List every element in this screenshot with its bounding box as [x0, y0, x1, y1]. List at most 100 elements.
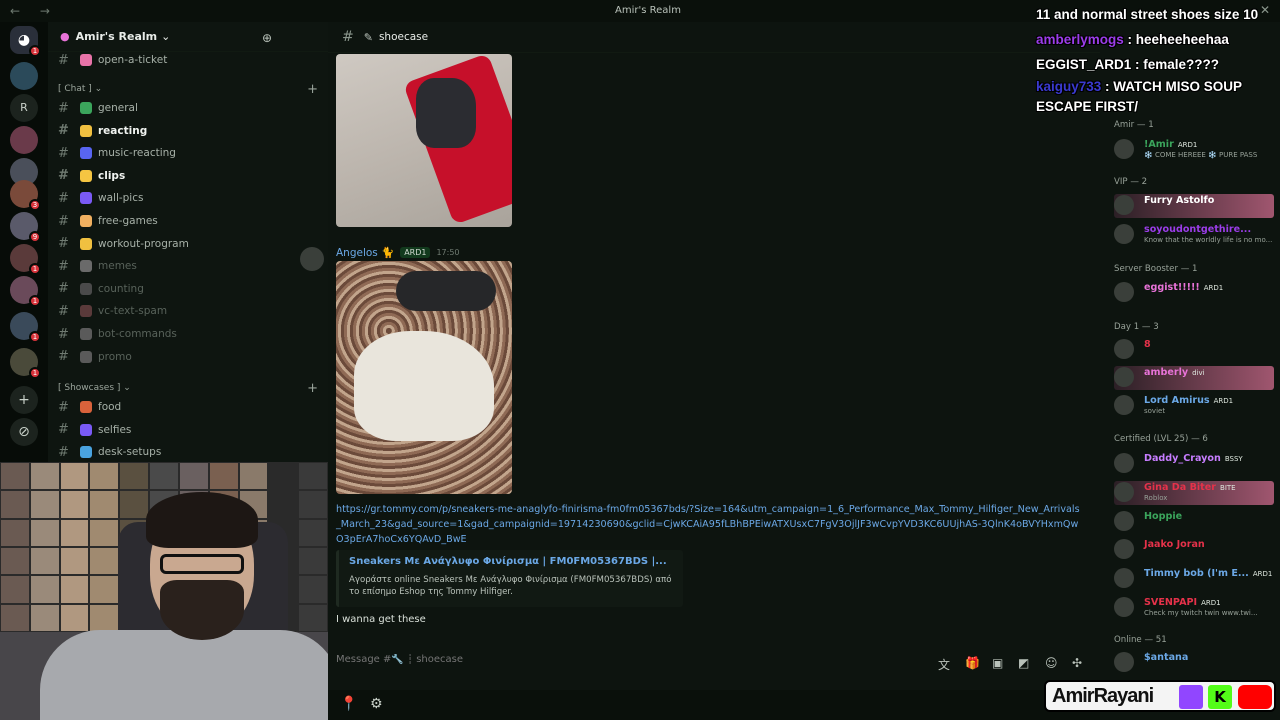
category-showcases[interactable]: [ Showcases ] ⌄ + — [58, 381, 318, 396]
server-icon[interactable]: 1 — [10, 244, 41, 275]
add-channel-icon[interactable]: + — [307, 82, 318, 97]
server-icon[interactable]: 1 — [10, 348, 41, 379]
collage-tile — [119, 490, 150, 519]
gif-icon[interactable]: ▣ — [992, 656, 1003, 670]
server-icon[interactable]: 1 — [10, 312, 41, 343]
server-letter-icon[interactable]: R — [10, 94, 38, 122]
member-item[interactable]: Jaako Joran — [1114, 538, 1274, 562]
channel-sidebar: ● Amir's Realm ⌄ ⊕ # open-a-ticket [ Cha… — [48, 22, 328, 462]
sticker-icon[interactable]: ◩ — [1018, 656, 1029, 670]
message-input[interactable] — [336, 654, 896, 665]
member-item[interactable]: Daddy_Crayon BSSY — [1114, 452, 1274, 476]
collage-tile — [89, 462, 120, 491]
channel-clips[interactable]: # clips — [58, 166, 318, 186]
channel-open-a-ticket[interactable]: # open-a-ticket — [58, 50, 318, 70]
channel-label: desk-setups — [98, 446, 162, 459]
member-item[interactable]: Timmy bob (I'm E... ARD1 — [1114, 567, 1274, 591]
server-icon[interactable]: 1 — [10, 276, 41, 307]
discover-icon[interactable]: ⊘ — [10, 418, 38, 446]
channel-selfies[interactable]: # selfies — [58, 420, 318, 440]
member-item[interactable]: Gina Da Biter BITE Roblox — [1114, 481, 1274, 505]
channel-memes[interactable]: # memes — [58, 256, 318, 276]
server-header[interactable]: ● Amir's Realm ⌄ ⊕ — [48, 22, 328, 52]
member-name: $antana — [1144, 652, 1189, 663]
member-item[interactable]: eggist!!!!! ARD1 — [1114, 281, 1274, 305]
server-icon[interactable]: 9 — [10, 212, 41, 243]
author-name[interactable]: Angelos 🐈 — [336, 246, 394, 259]
channel-desk-setups[interactable]: # desk-setups — [58, 442, 318, 462]
translate-icon[interactable]: 文 — [938, 656, 950, 673]
add-channel-icon[interactable]: + — [307, 381, 318, 396]
role-tag: BITE — [1220, 484, 1236, 492]
settings-icon[interactable]: ⚙ — [370, 696, 383, 712]
discord-home-icon[interactable]: ◕ 1 — [10, 26, 41, 57]
channel-emoji-icon — [80, 215, 92, 227]
channel-vc-text-spam[interactable]: # vc-text-spam — [58, 301, 318, 321]
channel-wall-pics[interactable]: # wall-pics — [58, 188, 318, 208]
overlay-user: amberlymogs — [1036, 32, 1124, 47]
emoji-icon[interactable]: ☺ — [1045, 656, 1058, 670]
collage-tile — [149, 462, 179, 491]
member-item[interactable]: Furry Astolfo — [1114, 194, 1274, 218]
channel-emoji-icon — [80, 147, 92, 160]
member-item[interactable]: !Amir ARD1 ❄️ COME HEREEE ❄️ PURE PASS — [1114, 138, 1274, 162]
member-item[interactable]: $antana — [1114, 651, 1274, 675]
channel-emoji-icon — [80, 305, 92, 318]
message-link[interactable]: https://gr.tommy.com/p/sneakers-me-anagl… — [336, 502, 1081, 547]
shoe-photo-1[interactable] — [336, 54, 512, 227]
member-name: eggist!!!!! ARD1 — [1144, 282, 1224, 293]
pin-icon[interactable]: 📍 — [340, 696, 357, 712]
channel-music-reacting[interactable]: # music-reacting — [58, 143, 318, 163]
role-tag: ARD1 — [1252, 570, 1273, 578]
member-item[interactable]: soyoudontgethire... Know that the worldly… — [1114, 223, 1274, 247]
avatar[interactable] — [300, 247, 324, 271]
gift-icon[interactable]: 🎁 — [965, 656, 980, 670]
overlay-line: amberlymogs : heeheeheehaa — [1036, 32, 1229, 47]
collage-tile — [298, 575, 328, 604]
server-icon[interactable] — [10, 126, 38, 154]
collage-tile — [29, 547, 60, 576]
member-name: SVENPAPI ARD1 — [1144, 597, 1221, 608]
role-tag: divi — [1192, 369, 1205, 377]
channel-label: free-games — [98, 215, 158, 227]
link-embed: Sneakers Με Ανάγλυφο Φινίρισμα | FM0FM05… — [336, 550, 683, 607]
channel-food[interactable]: # food — [58, 397, 318, 417]
person-add-icon[interactable]: ⊕ — [262, 31, 272, 45]
collage-tile — [208, 462, 239, 491]
channel-workout-program[interactable]: # workout-program — [58, 234, 318, 254]
collage-tile — [298, 462, 328, 491]
channel-counting[interactable]: # counting — [58, 279, 318, 299]
server-icon[interactable] — [10, 62, 38, 90]
member-item[interactable]: Lord Amirus ARD1 soviet — [1114, 394, 1274, 418]
hash-icon: # — [58, 168, 69, 184]
channel-general[interactable]: # general — [58, 98, 318, 118]
channel-promo[interactable]: # promo — [58, 347, 318, 367]
shoe-photo-2[interactable] — [336, 261, 512, 494]
server-badge: 1 — [29, 331, 41, 343]
embed-title[interactable]: Sneakers Με Ανάγλυφο Φινίρισμα | FM0FM05… — [349, 556, 673, 567]
channel-bot-commands[interactable]: # bot-commands — [58, 324, 318, 344]
collage-tile — [0, 547, 30, 576]
server-badge: 3 — [29, 199, 41, 211]
avatar — [1114, 652, 1134, 672]
member-item[interactable]: SVENPAPI ARD1 Check my twitch twin www.twi… — [1114, 596, 1274, 620]
category-chat[interactable]: [ Chat ] ⌄ + — [58, 82, 318, 97]
server-icon[interactable]: 3 — [10, 180, 41, 211]
member-item[interactable]: Hoppie — [1114, 510, 1274, 534]
collage-tile — [59, 490, 90, 519]
member-category: Online — 51 — [1114, 635, 1167, 645]
mail-icon — [80, 54, 92, 66]
member-item[interactable]: 8 — [1114, 338, 1274, 362]
avatar — [1114, 511, 1134, 531]
collage-tile — [298, 547, 328, 576]
apps-icon[interactable]: ✣ — [1072, 656, 1082, 670]
server-badge: 1 — [29, 367, 41, 379]
member-item[interactable]: amberly divi — [1114, 366, 1274, 390]
avatar — [1114, 195, 1134, 215]
add-server-icon[interactable]: + — [10, 386, 38, 414]
kick-icon: K — [1208, 685, 1232, 709]
channel-free-games[interactable]: # free-games — [58, 211, 318, 231]
channel-reacting[interactable]: # reacting — [58, 121, 318, 141]
message-author[interactable]: Angelos 🐈 ARD1 17:50 — [336, 246, 460, 259]
chat-panel: # ✎ shoecase Angelos 🐈 ARD1 17:50 https:… — [300, 22, 1100, 720]
